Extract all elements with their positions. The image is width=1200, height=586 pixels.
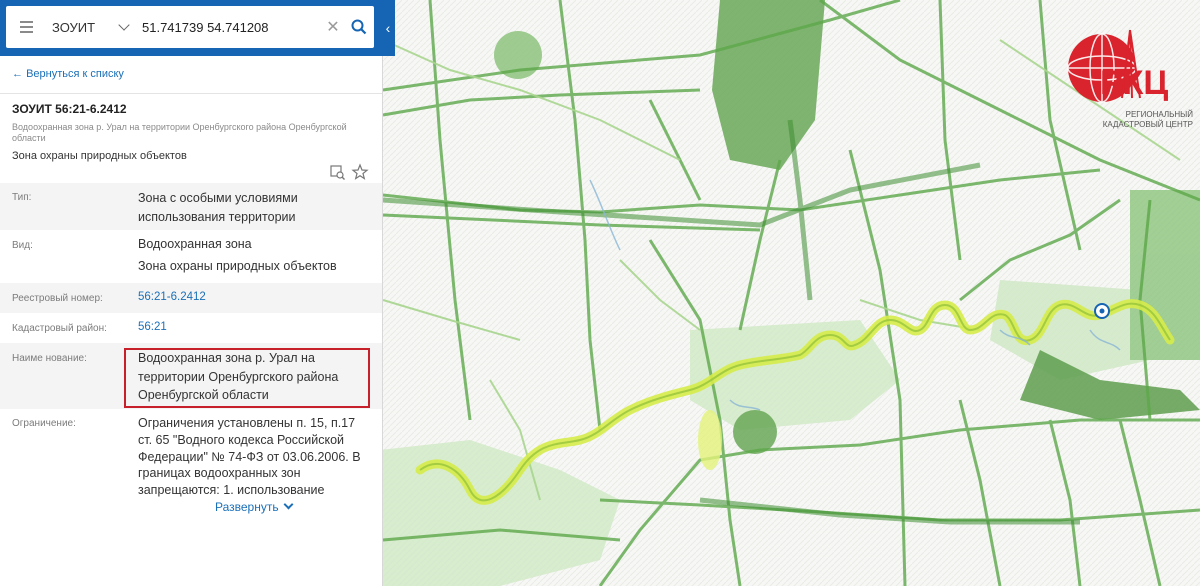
back-to-list-link[interactable]: ← Вернуться к списку — [12, 68, 124, 80]
field-label: Вид: — [12, 240, 33, 251]
object-subtitle: Водоохранная зона р. Урал на территории … — [12, 122, 347, 143]
menu-icon[interactable] — [6, 6, 46, 48]
field-value: Ограничения установлены п. 15, п.17 ст. … — [138, 416, 361, 498]
field-label: Кадастровый район: — [12, 323, 107, 334]
field-label: Наиме нование: — [12, 353, 87, 364]
highlight-box — [124, 348, 370, 408]
layers-search-icon[interactable] — [328, 163, 346, 181]
field-value: Зона с особыми условиями использования т… — [138, 191, 298, 224]
collapse-icon[interactable]: ‹ — [380, 10, 396, 46]
svg-text:РКЦ: РКЦ — [1100, 64, 1168, 102]
chevron-down-icon — [118, 19, 130, 31]
expand-button[interactable]: Развернуть — [215, 499, 294, 514]
clear-icon[interactable]: ✕ — [322, 6, 344, 48]
field-row-kind: Вид: Водоохранная зона Зона охраны приро… — [0, 230, 382, 283]
field-label: Реестровый номер: — [12, 293, 103, 304]
layer-select[interactable]: ЗОУИТ — [46, 6, 134, 48]
search-input[interactable] — [134, 6, 322, 48]
cadastral-district-link[interactable]: 56:21 — [138, 318, 363, 337]
star-icon[interactable] — [351, 163, 369, 181]
field-row-cadastral-district: Кадастровый район: 56:21 — [0, 313, 382, 343]
chevron-down-icon — [283, 499, 294, 510]
river-bend-zone — [698, 410, 722, 470]
object-category: Зона охраны природных объектов — [12, 150, 187, 162]
info-panel: ← Вернуться к списку ЗОУИТ 56:21-6.2412 … — [0, 0, 383, 586]
search-icon[interactable] — [344, 6, 374, 48]
field-value: Водоохранная зона Зона охраны природных … — [138, 237, 337, 273]
field-row-registry-number: Реестровый номер: 56:21-6.2412 — [0, 283, 382, 313]
object-title: ЗОУИТ 56:21-6.2412 — [12, 102, 127, 116]
registry-number-link[interactable]: 56:21-6.2412 — [138, 288, 363, 307]
field-row-restriction: Ограничение: Ограничения установлены п. … — [0, 409, 382, 499]
search-bar: ЗОУИТ ✕ ‹ — [0, 0, 395, 56]
field-label: Ограничение: — [12, 418, 76, 429]
logo-caption: РЕГИОНАЛЬНЫЙ КАДАСТРОВЫЙ ЦЕНТР — [1102, 110, 1193, 129]
field-row-type: Тип: Зона с особыми условиями использова… — [0, 183, 382, 230]
divider — [0, 93, 382, 94]
location-marker-icon[interactable] — [1094, 303, 1110, 319]
search-box: ЗОУИТ ✕ — [6, 6, 374, 48]
arrow-left-icon: ← — [12, 68, 27, 80]
field-label: Тип: — [12, 192, 32, 203]
